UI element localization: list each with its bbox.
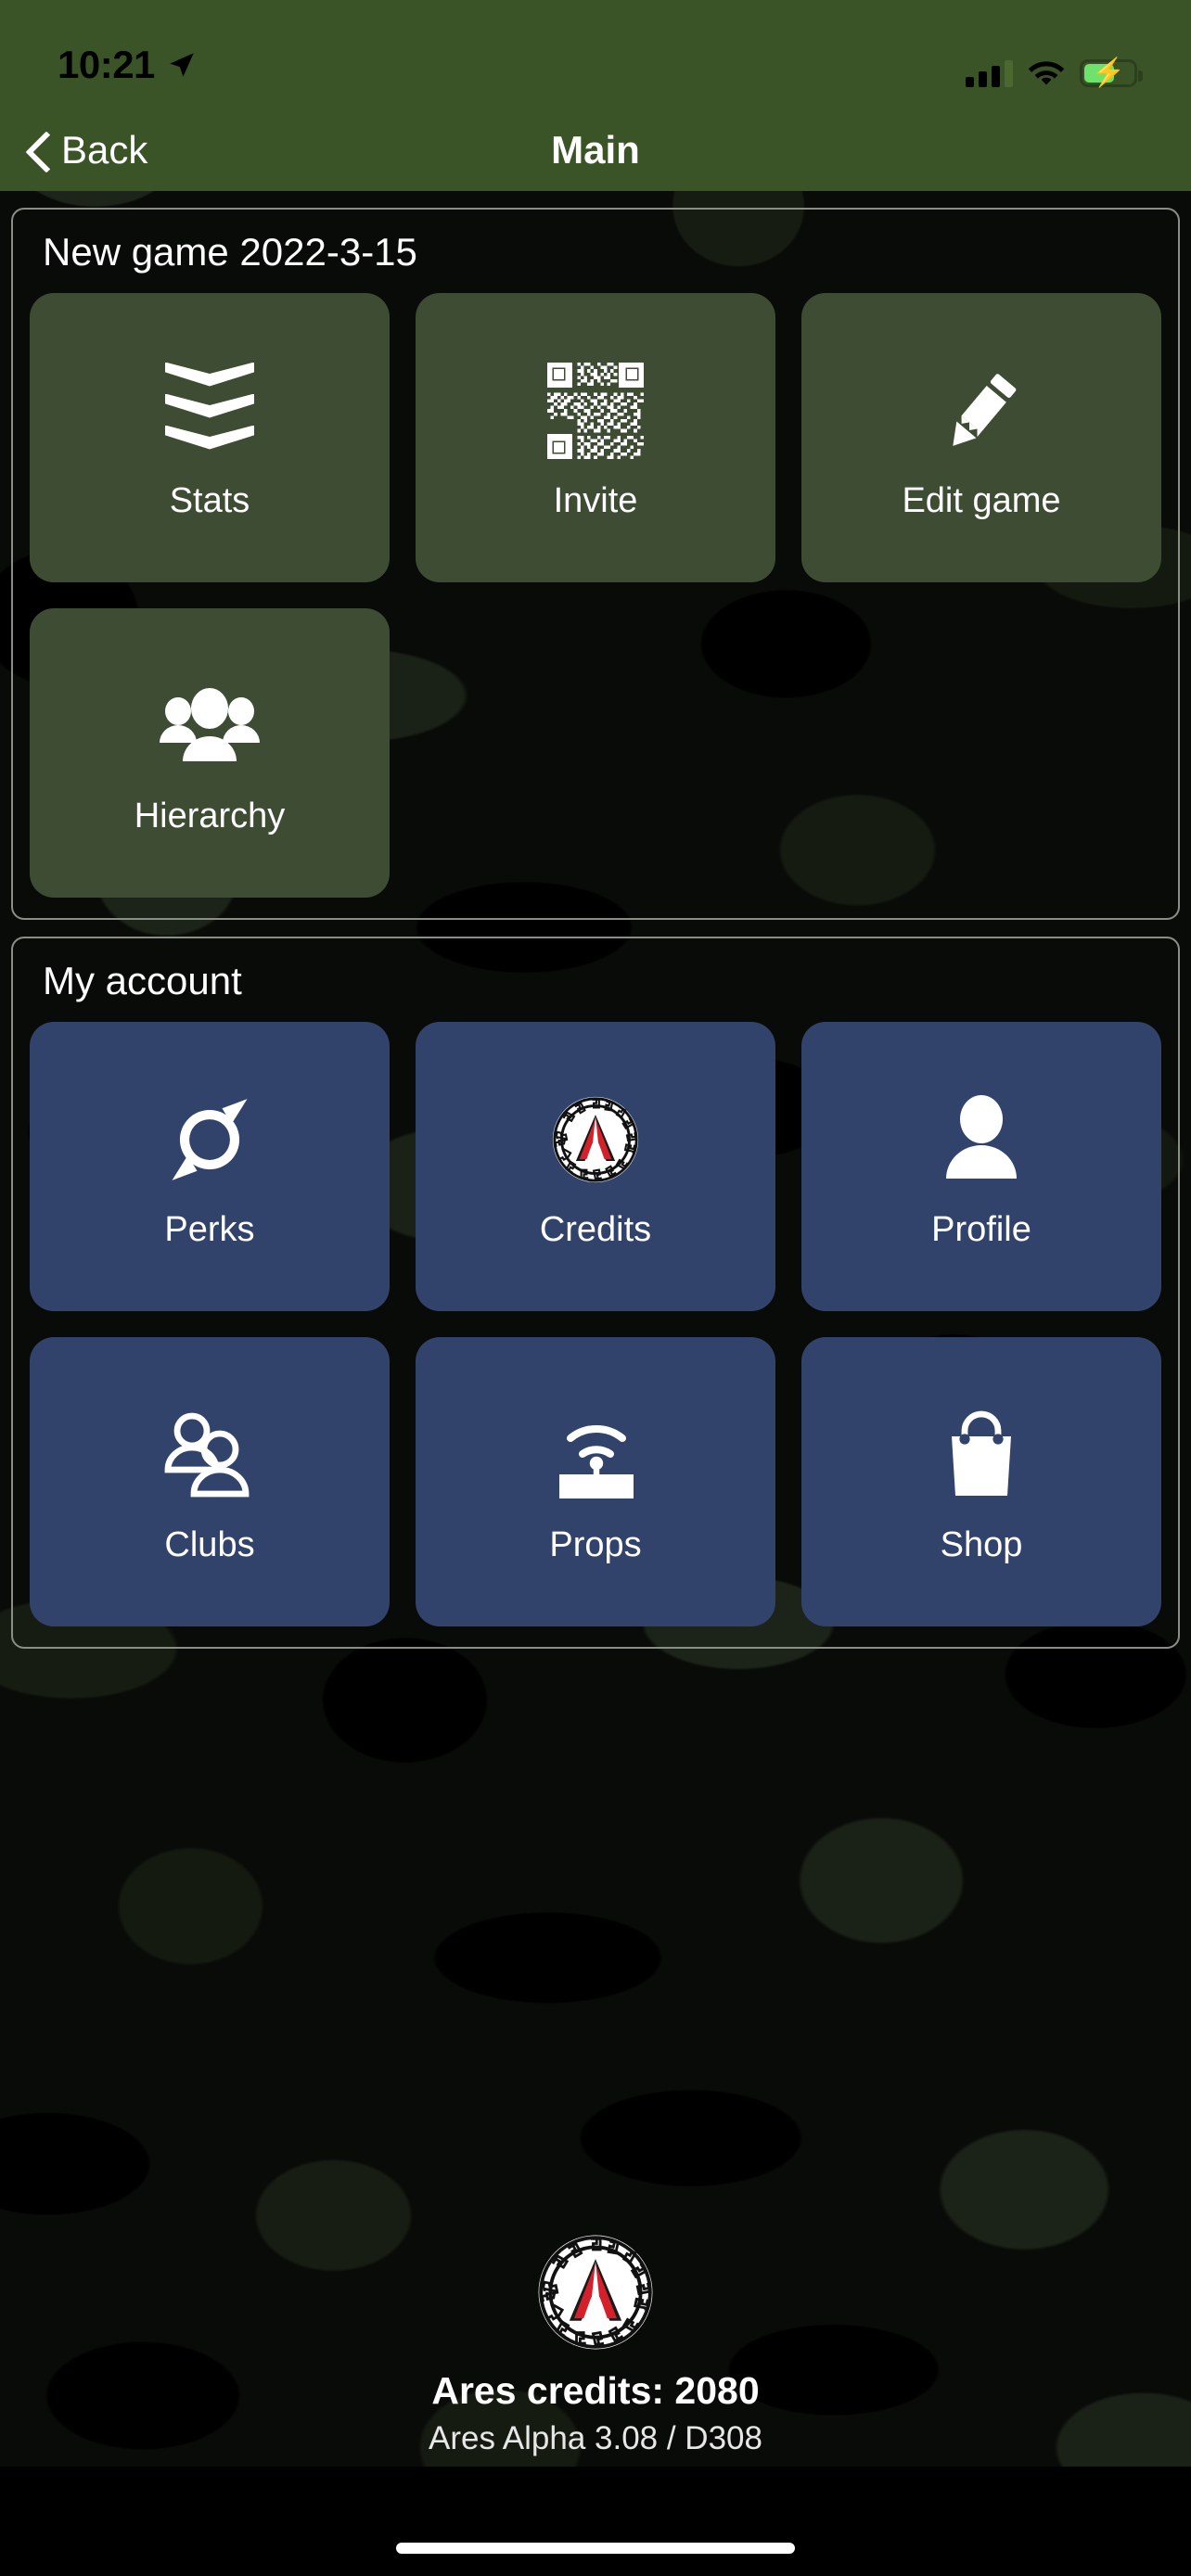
main-content: New game 2022-3-15 Stats Invite Edit gam… xyxy=(0,208,1191,1649)
status-bar: 10:21 ⚡ xyxy=(0,0,1191,109)
tile-invite[interactable]: Invite xyxy=(416,293,775,582)
chevron-left-icon xyxy=(28,133,48,168)
shopping-bag-icon xyxy=(937,1399,1026,1511)
navigation-bar: Back Main xyxy=(0,109,1191,191)
status-bar-time-group: 10:21 xyxy=(58,43,198,87)
game-section: New game 2022-3-15 Stats Invite Edit gam… xyxy=(11,208,1180,920)
status-bar-time: 10:21 xyxy=(58,43,155,86)
pencil-icon xyxy=(933,355,1030,466)
tile-credits-label: Credits xyxy=(539,1209,652,1249)
back-button-label: Back xyxy=(61,128,148,172)
tile-edit-game-label: Edit game xyxy=(902,480,1061,520)
tile-invite-label: Invite xyxy=(553,480,638,520)
tile-clubs[interactable]: Clubs xyxy=(30,1337,390,1626)
app-version-label: Ares Alpha 3.08 / D308 xyxy=(429,2420,762,2456)
tile-profile-label: Profile xyxy=(931,1209,1031,1249)
tile-shop[interactable]: Shop xyxy=(801,1337,1161,1626)
tile-profile[interactable]: Profile xyxy=(801,1022,1161,1311)
tile-shop-label: Shop xyxy=(940,1524,1023,1564)
page-title: Main xyxy=(551,128,640,172)
home-indicator-bar xyxy=(0,2467,1191,2576)
status-bar-indicators: ⚡ xyxy=(966,59,1143,87)
person-icon xyxy=(937,1084,1026,1195)
tile-props[interactable]: Props xyxy=(416,1337,775,1626)
game-tile-grid: Stats Invite Edit game Hierarchy xyxy=(30,293,1161,898)
ares-credits-value: Ares credits: 2080 xyxy=(431,2369,760,2412)
group-people-icon xyxy=(158,670,262,782)
tile-clubs-label: Clubs xyxy=(164,1524,255,1564)
wifi-icon xyxy=(1028,61,1065,85)
account-tile-grid: Perks Credits Profile Clubs Props Shop xyxy=(30,1022,1161,1626)
tile-credits[interactable]: Credits xyxy=(416,1022,775,1311)
tile-perks-label: Perks xyxy=(164,1209,255,1249)
tile-edit-game[interactable]: Edit game xyxy=(801,293,1161,582)
account-section-title: My account xyxy=(43,959,242,1002)
tile-stats[interactable]: Stats xyxy=(30,293,390,582)
ares-logo-icon xyxy=(536,2233,655,2356)
home-indicator[interactable] xyxy=(396,2543,795,2554)
game-section-title: New game 2022-3-15 xyxy=(43,230,417,274)
tile-stats-label: Stats xyxy=(169,480,250,520)
footer: Ares credits: 2080 Ares Alpha 3.08 / D30… xyxy=(0,2233,1191,2457)
location-arrow-icon xyxy=(170,53,194,77)
perks-swirl-icon xyxy=(160,1084,260,1195)
qr-code-icon xyxy=(547,355,644,466)
two-people-outline-icon xyxy=(159,1399,261,1511)
back-button[interactable]: Back xyxy=(28,128,147,172)
beacon-antenna-icon xyxy=(546,1399,645,1511)
battery-charging-icon: ⚡ xyxy=(1080,59,1143,87)
tile-perks[interactable]: Perks xyxy=(30,1022,390,1311)
app-screen: 10:21 ⚡ Back Main New game 2022-3-15 Sta… xyxy=(0,0,1191,2576)
account-section: My account Perks Credits Profile Clubs P… xyxy=(11,937,1180,1649)
rank-chevrons-icon xyxy=(165,355,254,466)
tile-hierarchy-label: Hierarchy xyxy=(134,796,286,835)
tile-props-label: Props xyxy=(549,1524,642,1564)
ares-logo-icon xyxy=(551,1084,640,1195)
cellular-signal-icon xyxy=(966,59,1013,87)
tile-hierarchy[interactable]: Hierarchy xyxy=(30,608,390,898)
